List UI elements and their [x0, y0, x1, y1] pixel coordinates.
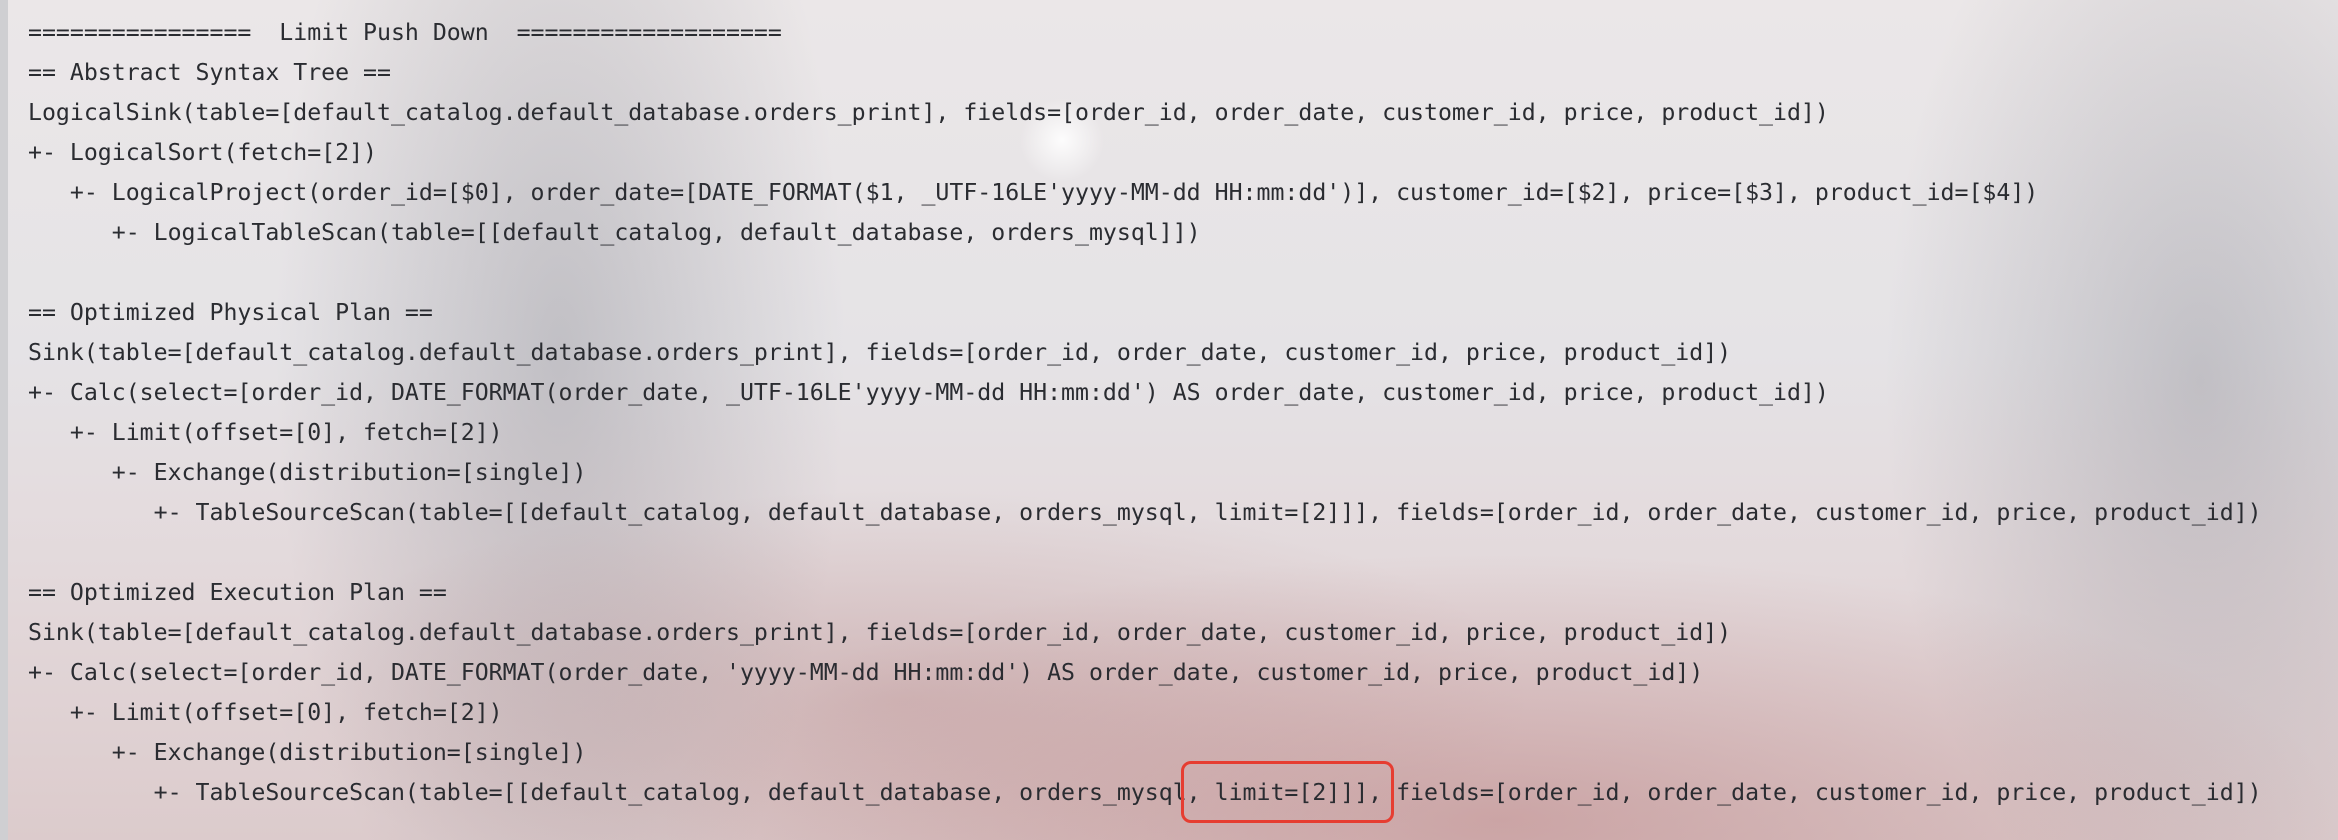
execution-sink: Sink(table=[default_catalog.default_data… — [28, 619, 1732, 646]
physical-limit: +- Limit(offset=[0], fetch=[2]) — [28, 419, 503, 446]
execution-plan-heading: == Optimized Execution Plan == — [28, 579, 447, 606]
physical-table-source-scan: +- TableSourceScan(table=[[default_catal… — [28, 499, 2262, 526]
physical-plan-heading: == Optimized Physical Plan == — [28, 299, 433, 326]
limit-highlight-box — [1181, 761, 1394, 823]
physical-exchange: +- Exchange(distribution=[single]) — [28, 459, 587, 486]
execution-limit: +- Limit(offset=[0], fetch=[2]) — [28, 699, 503, 726]
ast-logical-project: +- LogicalProject(order_id=[$0], order_d… — [28, 179, 2039, 206]
physical-sink: Sink(table=[default_catalog.default_data… — [28, 339, 1732, 366]
physical-calc: +- Calc(select=[order_id, DATE_FORMAT(or… — [28, 379, 1829, 406]
limit-push-down-banner: ================ Limit Push Down =======… — [28, 19, 782, 46]
ast-section-heading: == Abstract Syntax Tree == — [28, 59, 391, 86]
ast-logical-sort: +- LogicalSort(fetch=[2]) — [28, 139, 378, 166]
query-plan-output: ================ Limit Push Down =======… — [28, 13, 2262, 813]
ast-logical-table-scan: +- LogicalTableScan(table=[[default_cata… — [28, 219, 1201, 246]
ast-logical-sink: LogicalSink(table=[default_catalog.defau… — [28, 99, 1829, 126]
execution-calc: +- Calc(select=[order_id, DATE_FORMAT(or… — [28, 659, 1704, 686]
execution-exchange: +- Exchange(distribution=[single]) — [28, 739, 587, 766]
window-left-edge — [0, 0, 8, 840]
execution-table-source-scan: +- TableSourceScan(table=[[default_catal… — [28, 779, 2262, 806]
